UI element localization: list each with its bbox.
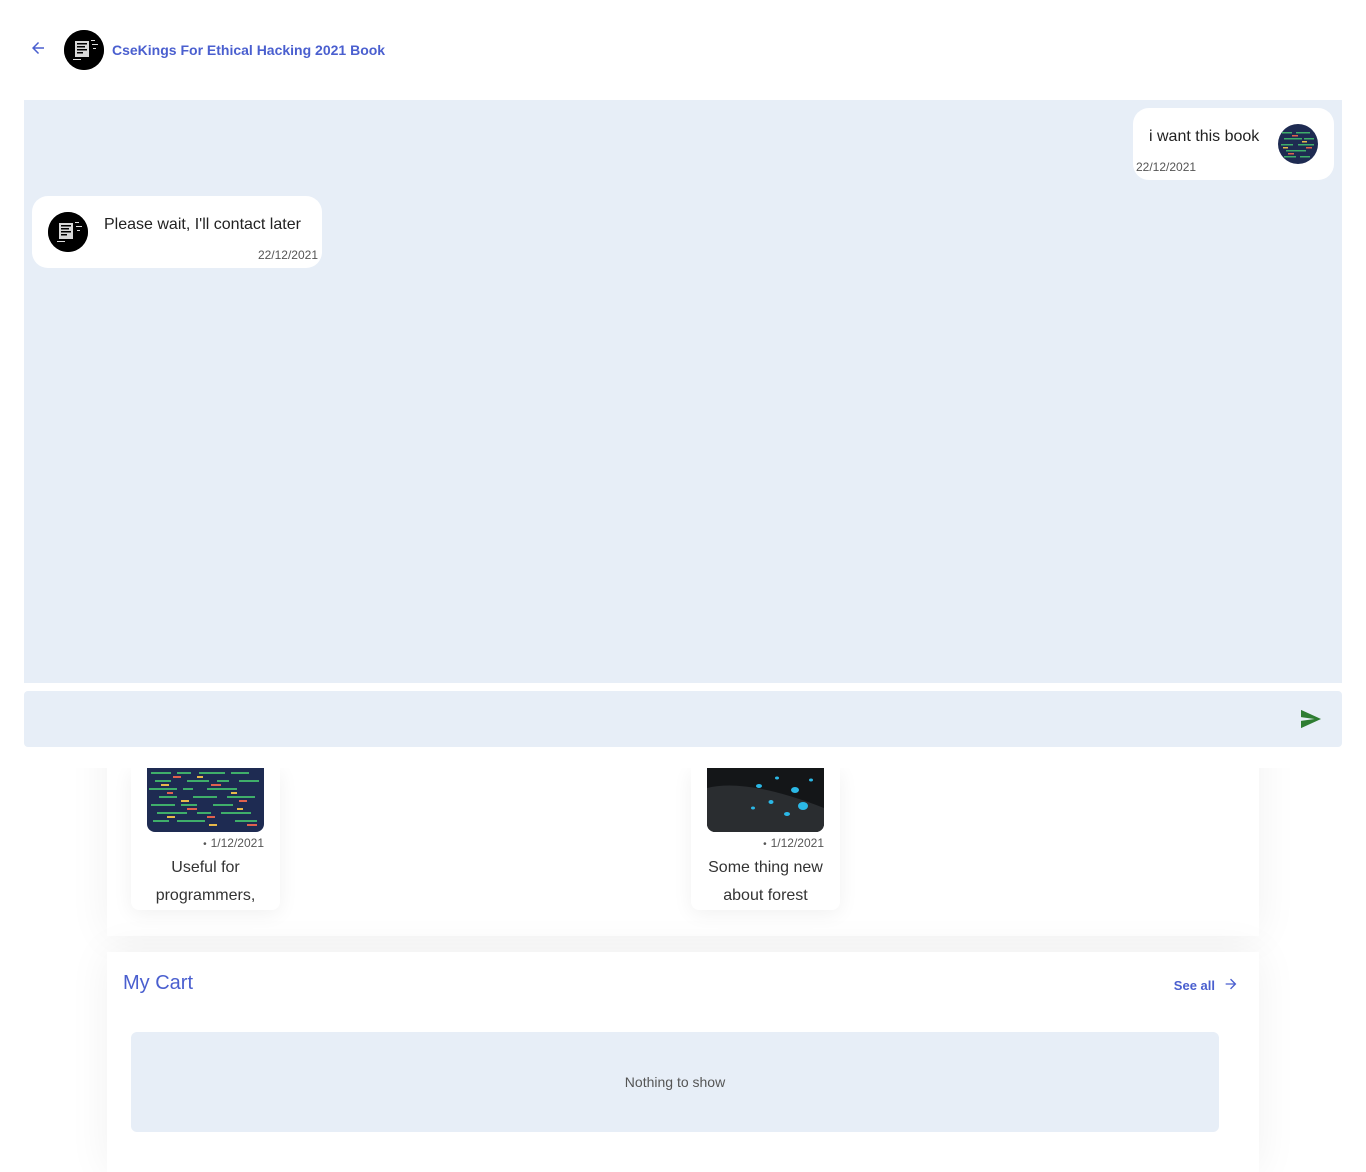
seller-avatar — [64, 30, 104, 70]
message-composer — [24, 691, 1342, 747]
user-avatar — [1278, 124, 1318, 164]
seller-avatar — [48, 212, 88, 252]
chat-panel: CseKings For Ethical Hacking 2021 Book i… — [0, 0, 1366, 768]
chat-header: CseKings For Ethical Hacking 2021 Book — [0, 0, 1366, 100]
see-all-link[interactable]: See all — [1174, 976, 1239, 995]
message-text: i want this book — [1149, 128, 1260, 145]
post-card[interactable]: 1/12/2021 Some thing new about forest — [691, 768, 840, 910]
message-time: 22/12/2021 — [257, 248, 318, 262]
post-date: 1/12/2021 — [203, 836, 264, 850]
send-icon — [1300, 709, 1322, 733]
message-input[interactable] — [24, 691, 1284, 747]
message-outgoing: i want this book 22/12/2021 — [1133, 108, 1334, 180]
post-thumbnail — [707, 768, 824, 832]
post-title: Useful for programmers, — [155, 859, 256, 904]
back-button[interactable] — [26, 38, 50, 62]
post-thumbnail — [147, 768, 264, 832]
see-all-label: See all — [1173, 978, 1215, 993]
message-incoming: Please wait, I'll contact later 22/12/20… — [32, 196, 322, 268]
post-card[interactable]: 1/12/2021 Useful for programmers, — [131, 768, 280, 910]
message-time: 22/12/2021 — [1136, 160, 1197, 174]
message-list: i want this book 22/12/2021 Please wait,… — [24, 100, 1342, 683]
chat-title: CseKings For Ethical Hacking 2021 Book — [112, 42, 386, 58]
cart-empty-state: Nothing to show — [131, 1032, 1219, 1132]
post-date: 1/12/2021 — [763, 836, 824, 850]
post-title: Some thing new about forest — [708, 859, 823, 904]
message-text: Please wait, I'll contact later — [104, 216, 301, 233]
arrow-right-icon — [1223, 976, 1239, 995]
send-button[interactable] — [1300, 709, 1322, 729]
cart-title: My Cart — [123, 972, 193, 994]
cart-section: My Cart See all Nothing to show — [107, 952, 1259, 1172]
arrow-left-icon — [29, 39, 47, 62]
